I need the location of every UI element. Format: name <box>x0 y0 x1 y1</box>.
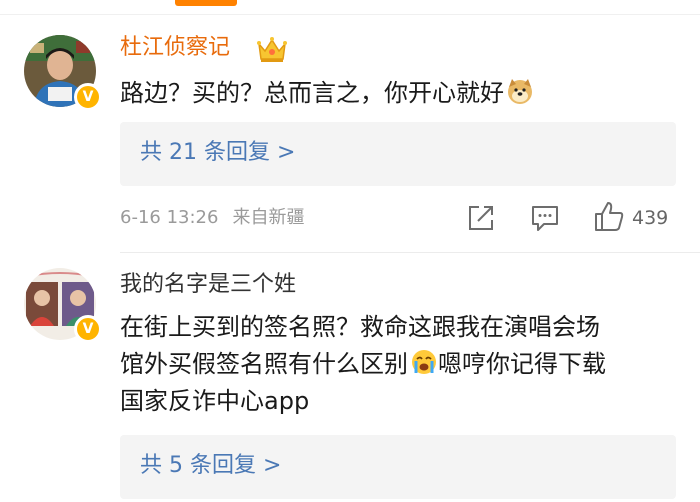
crying-face-icon <box>412 350 436 374</box>
view-replies-link[interactable]: 共 5 条回复 > <box>140 451 281 481</box>
share-icon[interactable] <box>466 203 496 233</box>
comment-text-segment: 嗯哼你记得下载 <box>438 350 606 378</box>
crown-icon <box>257 37 287 62</box>
active-tab-indicator <box>175 0 237 6</box>
view-replies-link[interactable]: 共 21 条回复 > <box>140 138 295 168</box>
verified-badge-icon: V <box>74 315 102 343</box>
comment-text-line: 国家反诈中心app <box>120 387 310 415</box>
replies-box[interactable]: 共 21 条回复 > <box>120 122 676 186</box>
comment-text-line: 在街上买到的签名照？救命这跟我在演唱会场 <box>120 313 600 341</box>
comment-text-line: 馆外买假签名照有什么区别 嗯哼你记得下载 <box>120 346 680 383</box>
comment-item: V 我的名字是三个姓 在街上买到的签名照？救命这跟我在演唱会场 馆外买假签名照有… <box>0 253 700 502</box>
comment-location: 来自新疆 <box>232 207 305 228</box>
username[interactable]: 杜江侦察记 <box>120 33 230 63</box>
verified-badge-icon: V <box>74 83 102 111</box>
comment-text-content: 路边？买的？总而言之，你开心就好 <box>120 79 504 107</box>
doge-icon <box>508 79 532 104</box>
comment-item: V 杜江侦察记 路边？买的？总而言之，你开心就好 共 21 条回复 > 6-16… <box>0 15 700 253</box>
username[interactable]: 我的名字是三个姓 <box>120 270 296 300</box>
comment-text: 在街上买到的签名照？救命这跟我在演唱会场 馆外买假签名照有什么区别 嗯哼你记得下… <box>120 309 680 420</box>
like-icon[interactable] <box>594 200 624 232</box>
comment-icon[interactable] <box>530 203 560 233</box>
comment-text: 路边？买的？总而言之，你开心就好 <box>120 75 680 112</box>
comment-text-segment: 馆外买假签名照有什么区别 <box>120 350 408 378</box>
replies-box[interactable]: 共 5 条回复 > <box>120 435 676 499</box>
like-count: 439 <box>632 207 669 229</box>
comment-meta: 6-16 13:26 来自新疆 <box>120 205 318 231</box>
comment-date: 6-16 13:26 <box>120 207 219 228</box>
